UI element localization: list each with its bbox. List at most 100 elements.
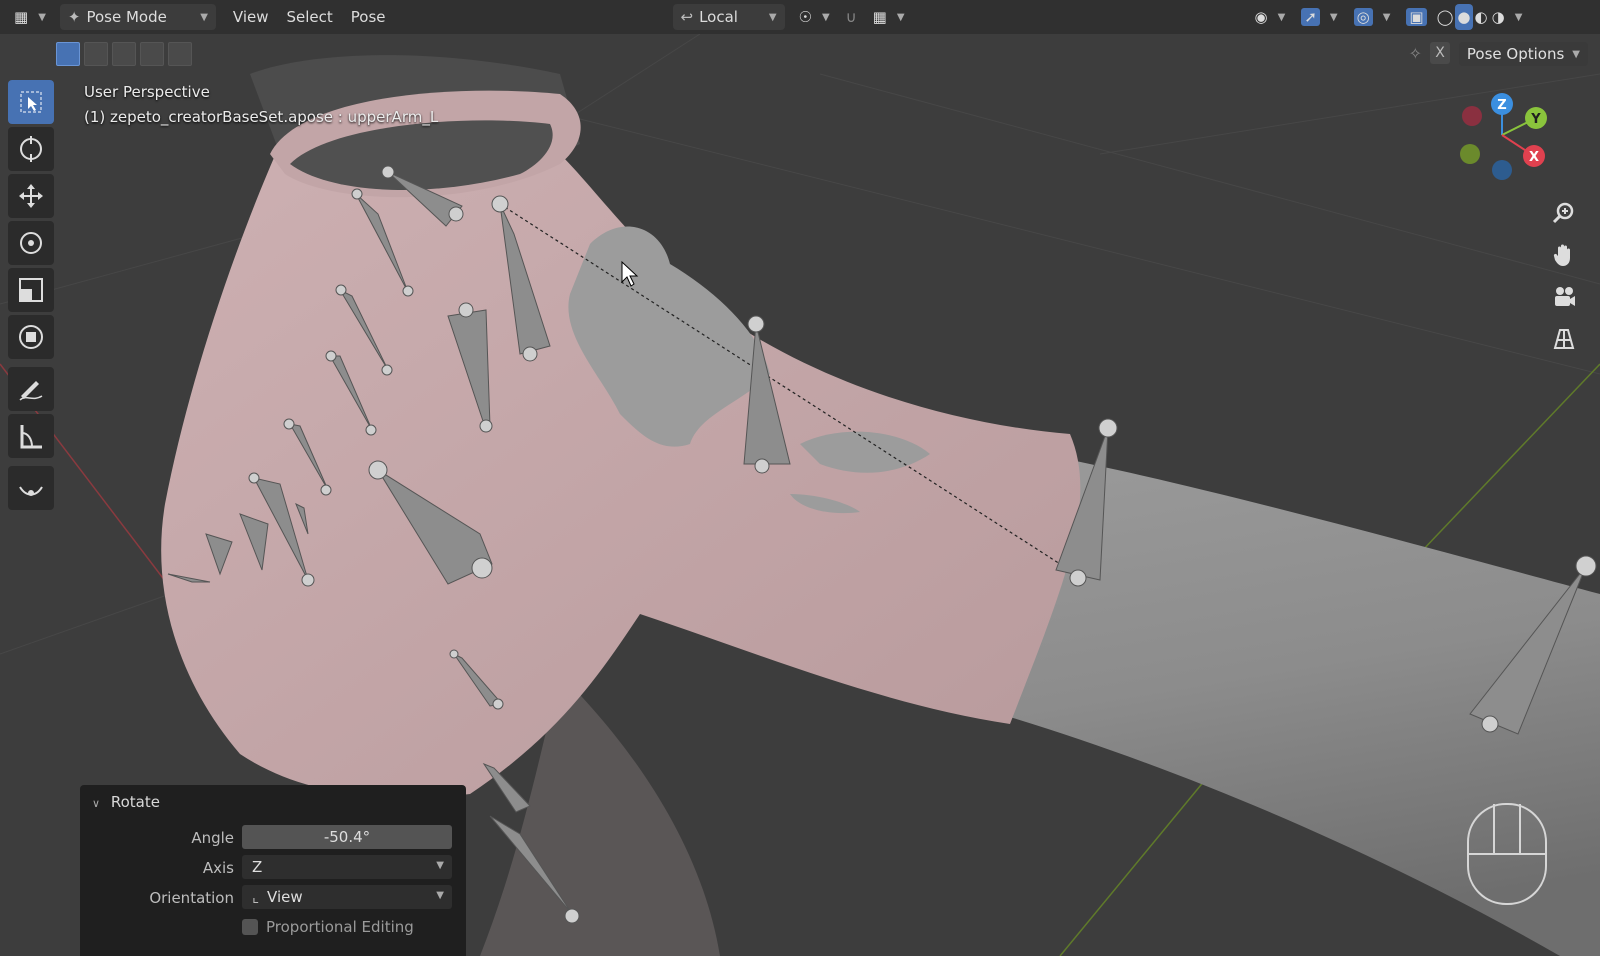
chevron-down-icon: ▼: [1277, 11, 1286, 23]
zoom-button[interactable]: [1547, 196, 1581, 230]
solid-sphere-icon: ●: [1457, 8, 1471, 26]
overlay-toggle[interactable]: ◎ ▼: [1346, 4, 1399, 30]
gizmo-icon: ➚: [1301, 8, 1320, 26]
snap-target-button[interactable]: ▦ ▼: [865, 4, 913, 30]
camera-view-button[interactable]: [1547, 280, 1581, 314]
axis-x-label: X: [1529, 150, 1539, 165]
angle-field[interactable]: -50.4°: [242, 825, 452, 849]
viewport-info: User Perspective (1) zepeto_creatorBaseS…: [84, 80, 438, 130]
axis-neg-y-dot[interactable]: [1460, 144, 1480, 164]
editor-type-button[interactable]: ▦ ▼: [6, 4, 54, 30]
axis-z-label: Z: [1497, 98, 1506, 113]
axis-row: Axis Z ▼: [80, 855, 466, 881]
chevron-down-icon: ▼: [436, 890, 444, 901]
magnet-icon: ∪: [845, 8, 857, 26]
rendered-sphere-icon: ◑: [1491, 8, 1505, 26]
transform-tool[interactable]: [8, 315, 54, 359]
transform-orientation-label: Local: [699, 8, 738, 26]
mode-label: Pose Mode: [86, 8, 167, 26]
cursor-tool[interactable]: [8, 127, 54, 171]
header-bar: ▦ ▼ ✦ Pose Mode ▼ View Select Pose ↩ Loca…: [0, 0, 1600, 34]
mode-selector[interactable]: ✦ Pose Mode ▼: [59, 4, 216, 30]
perspective-toggle-button[interactable]: [1547, 322, 1581, 356]
tool-settings-bar: ✧ X Pose Options ▼: [0, 34, 1600, 70]
transform-orientation-selector[interactable]: ↩ Local ▼: [672, 4, 785, 30]
chevron-down-icon: ▼: [200, 11, 208, 23]
xray-toggle[interactable]: ▣: [1398, 4, 1434, 30]
local-orientation-icon: ↩: [680, 8, 694, 26]
select-subtract-button[interactable]: [112, 42, 136, 66]
select-invert-button[interactable]: [140, 42, 164, 66]
snap-toggle[interactable]: ∪: [838, 4, 865, 30]
view-orientation-icon: ⌞: [252, 888, 260, 906]
chevron-down-icon: ▼: [1514, 11, 1523, 23]
pose-options-label: Pose Options: [1466, 45, 1565, 63]
hand-icon: [1553, 244, 1570, 266]
mirror-x-toggle[interactable]: X: [1430, 42, 1450, 64]
material-sphere-icon: ◐: [1474, 8, 1488, 26]
editor-type-icon: ▦: [14, 8, 29, 26]
relax-tool[interactable]: [8, 466, 54, 510]
orientation-label: Orientation: [149, 889, 234, 907]
gizmo-toggle[interactable]: ➚ ▼: [1293, 4, 1345, 30]
pencil-icon: [19, 381, 43, 401]
chevron-down-icon: ▼: [768, 11, 777, 23]
pose-options-dropdown[interactable]: Pose Options ▼: [1458, 42, 1588, 66]
axis-label: Axis: [202, 859, 234, 877]
cursor-crosshair-icon: [20, 136, 42, 162]
pose-relax-icon: [19, 486, 43, 496]
orientation-row: Orientation ⌞ View ▼: [80, 885, 466, 911]
chevron-down-icon: ▼: [1572, 48, 1580, 60]
angle-label: Angle: [191, 829, 234, 847]
menu-select[interactable]: Select: [278, 8, 342, 26]
visibility-button[interactable]: ◉ ▼: [1247, 4, 1294, 30]
navigation-gizmo[interactable]: Z Y X: [1458, 90, 1568, 190]
camera-icon: [1555, 287, 1575, 306]
angle-row: Angle -50.4°: [80, 825, 466, 851]
chevron-down-icon: ▼: [1329, 11, 1338, 23]
pan-button[interactable]: [1547, 238, 1581, 272]
move-arrows-icon: [19, 184, 43, 208]
proportional-editing-checkbox[interactable]: [242, 919, 258, 935]
select-box-tool[interactable]: [8, 80, 54, 124]
wireframe-shading-button[interactable]: ◯: [1435, 4, 1456, 30]
chevron-down-icon: ∨: [92, 797, 101, 810]
solid-shading-button[interactable]: ●: [1455, 4, 1473, 30]
axis-dropdown[interactable]: Z ▼: [242, 855, 452, 879]
panel-header[interactable]: ∨ Rotate: [92, 793, 160, 811]
panel-title: Rotate: [110, 793, 160, 811]
pivot-point-button[interactable]: ☉ ▼: [791, 4, 838, 30]
transform-icon: [19, 325, 43, 349]
snap-grid-icon: ▦: [872, 8, 887, 26]
menu-view[interactable]: View: [224, 8, 278, 26]
axis-value: Z: [252, 858, 263, 876]
xray-icon: ▣: [1406, 8, 1427, 26]
measure-tool[interactable]: [8, 414, 54, 458]
rendered-shading-button[interactable]: ◑ ▼: [1490, 4, 1525, 30]
perspective-label: User Perspective: [84, 83, 210, 101]
rotate-icon: [20, 232, 42, 254]
orientation-value: View: [267, 888, 303, 906]
chevron-down-icon: ▼: [1382, 11, 1391, 23]
angle-value: -50.4°: [323, 828, 371, 846]
eye-icon: ◉: [1254, 8, 1268, 26]
select-intersect-button[interactable]: [168, 42, 192, 66]
material-shading-button[interactable]: ◐: [1473, 4, 1490, 30]
select-new-button[interactable]: [56, 42, 80, 66]
mirror-icon[interactable]: ✧: [1409, 44, 1422, 63]
active-object-label: (1) zepeto_creatorBaseSet.apose : upperA…: [84, 108, 439, 126]
move-tool[interactable]: [8, 174, 54, 218]
scale-tool[interactable]: [8, 268, 54, 312]
scale-icon: [19, 278, 43, 302]
proportional-row: Proportional Editing: [80, 915, 466, 941]
annotate-tool[interactable]: [8, 367, 54, 411]
proportional-editing-label: Proportional Editing: [266, 918, 414, 936]
axis-neg-z-dot[interactable]: [1492, 160, 1512, 180]
overlay-icon: ◎: [1353, 8, 1373, 26]
chevron-down-icon: ▼: [38, 11, 46, 23]
select-extend-button[interactable]: [84, 42, 108, 66]
rotate-tool[interactable]: [8, 221, 54, 265]
menu-pose[interactable]: Pose: [342, 8, 395, 26]
orientation-dropdown[interactable]: ⌞ View ▼: [242, 885, 452, 909]
axis-neg-x-dot[interactable]: [1462, 106, 1482, 126]
